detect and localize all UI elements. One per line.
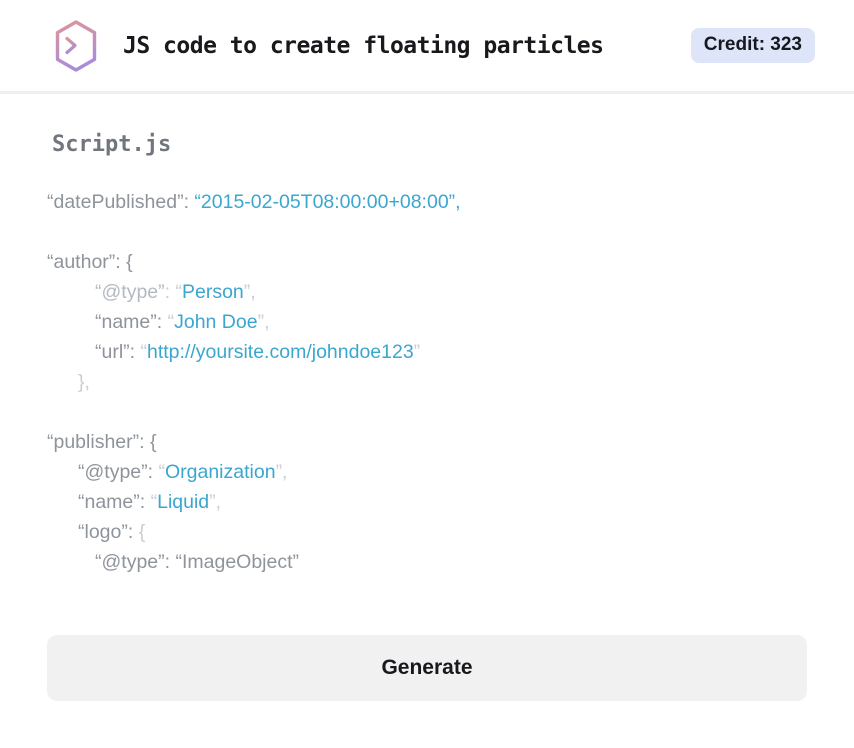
- code-line: },: [47, 367, 807, 397]
- credit-badge: Credit: 323: [690, 28, 815, 63]
- code-segment-key: “url”:: [95, 341, 141, 363]
- code-line: “datePublished”: “2015-02-05T08:00:00+08…: [47, 187, 807, 217]
- header: JS code to create floating particles Cre…: [0, 0, 854, 94]
- code-segment-dim: ”,: [257, 311, 270, 333]
- code-segment-key: “name”:: [95, 311, 168, 333]
- code-segment-val: Liquid: [157, 491, 210, 513]
- code-segment-dim: ”,: [275, 461, 288, 483]
- code-segment-key: “author”: {: [47, 251, 133, 273]
- code-segment-val: http://yoursite.com/johndoe123: [147, 341, 414, 363]
- code-segment-dim: ”,: [243, 281, 256, 303]
- code-line: “@type”: “ImageObject”: [47, 547, 807, 577]
- code-line: “@type”: “Organization”,: [47, 457, 807, 487]
- code-segment-dim: :: [164, 281, 176, 303]
- filename-heading: Script.js: [52, 132, 172, 157]
- code-segment-soft: “@type”: [95, 281, 165, 303]
- code-segment-val: Person: [181, 281, 244, 303]
- code-line: “@type”: “Person”,: [47, 277, 807, 307]
- code-line: “name”: “John Doe”,: [47, 307, 807, 337]
- code-segment-val: “2015-02-05T08:00:00+08:00”,: [194, 191, 461, 213]
- main-content: Script.js “datePublished”: “2015-02-05T0…: [0, 132, 854, 701]
- code-segment-dim: ”,: [209, 491, 222, 513]
- app-logo[interactable]: [52, 19, 100, 73]
- page-title: JS code to create floating particles: [123, 32, 604, 59]
- code-segment-dim: ”: [413, 341, 421, 363]
- code-segment-key: “datePublished”:: [47, 191, 195, 213]
- code-block: “datePublished”: “2015-02-05T08:00:00+08…: [47, 187, 807, 577]
- code-segment-key: “@type”: “ImageObject”: [95, 551, 300, 573]
- code-segment-val: Organization: [164, 461, 276, 483]
- terminal-prompt-hexagon-icon: [55, 19, 97, 72]
- code-segment-dim: {: [138, 521, 146, 543]
- code-segment-key: “@type”:: [78, 461, 159, 483]
- code-segment-dim: },: [78, 371, 90, 393]
- code-segment-key: “publisher”: {: [47, 431, 157, 453]
- code-segment-key: “name”:: [78, 491, 151, 513]
- code-segment-val: John Doe: [174, 311, 258, 333]
- generate-button[interactable]: Generate: [47, 635, 807, 701]
- code-line: “author”: {: [47, 247, 807, 277]
- code-line: “publisher”: {: [47, 427, 807, 457]
- code-segment-key: “logo”:: [78, 521, 139, 543]
- code-line: “url”: “http://yoursite.com/johndoe123”: [47, 337, 807, 367]
- code-line: “logo”: {: [47, 517, 807, 547]
- code-line: “name”: “Liquid”,: [47, 487, 807, 517]
